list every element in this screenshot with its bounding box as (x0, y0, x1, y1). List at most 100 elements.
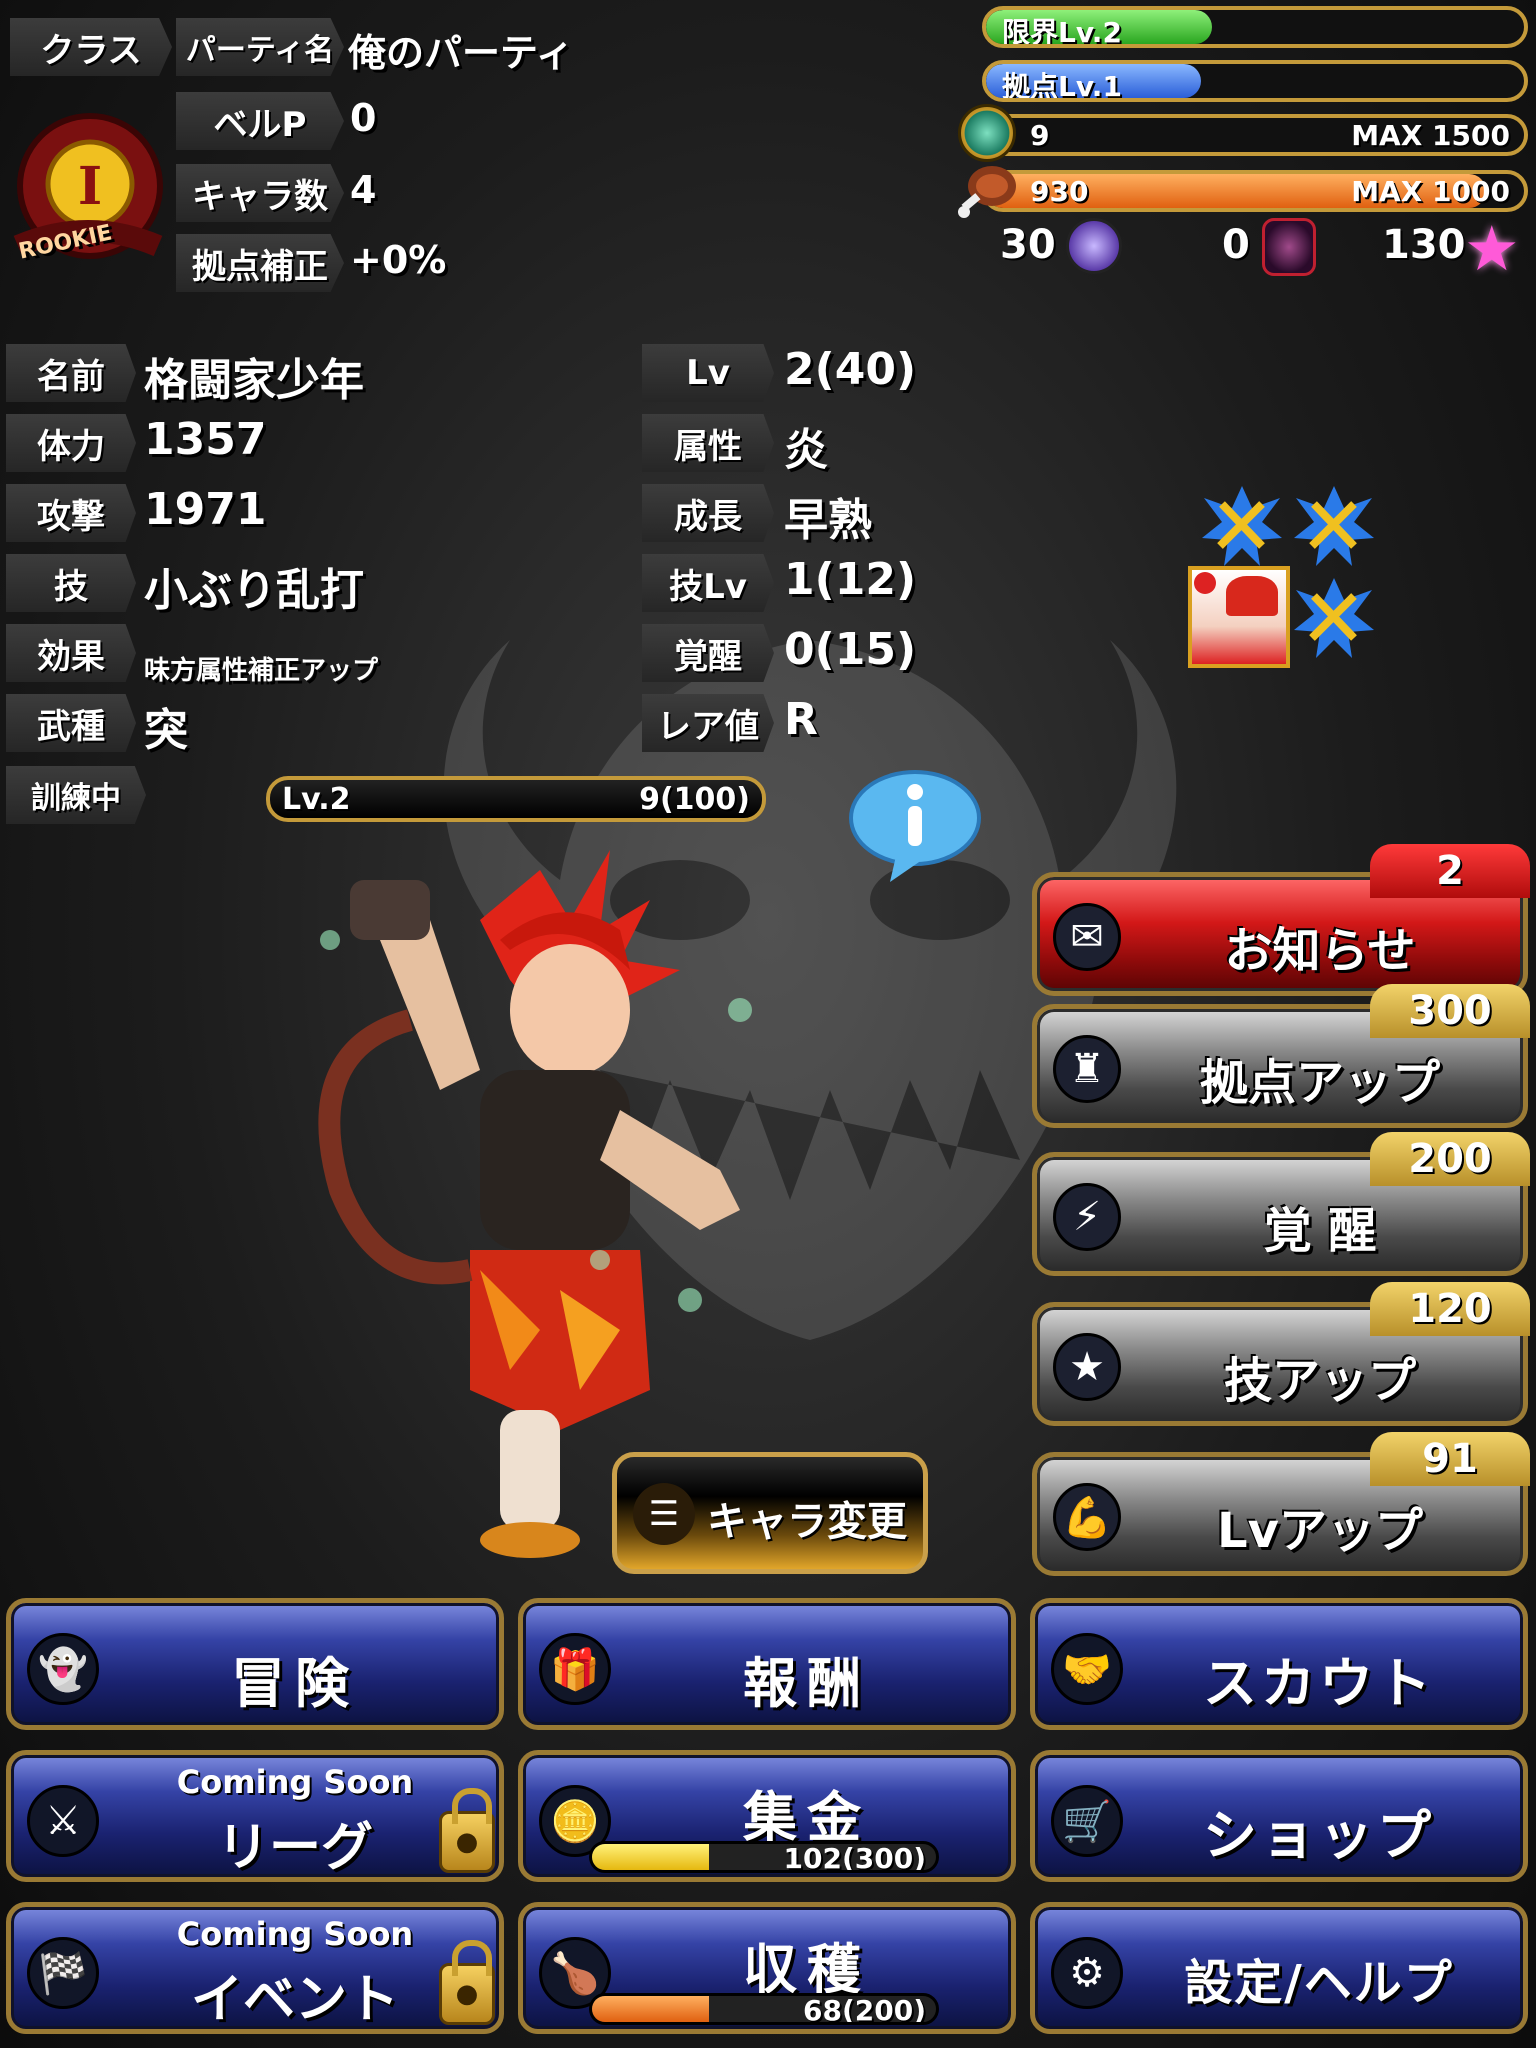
limit-level-text: 限界Lv.2 (1002, 16, 1122, 48)
adventure-button[interactable]: 👻 冒険 (6, 1598, 504, 1730)
star-count: 130 (1382, 222, 1466, 268)
stat-value-weapon: 突 (144, 705, 188, 756)
stat-value-awaken: 0(15) (784, 624, 917, 675)
stat-value-effect: 味方属性補正アップ (144, 656, 379, 686)
stat-label-level: Lv (642, 344, 774, 402)
chara-count-value: 4 (350, 168, 377, 212)
stat-label-element: 属性 (642, 414, 774, 472)
stat-value-attack: 1971 (144, 484, 267, 535)
party-name-label: パーティ名 (176, 18, 344, 76)
training-label: 訓練中 (6, 766, 146, 824)
stat-label-name: 名前 (6, 344, 136, 402)
info-bubble-icon[interactable] (846, 768, 984, 884)
training-level: Lv.2 (282, 782, 351, 817)
reward-button[interactable]: 🎁 報酬 (518, 1598, 1016, 1730)
base-level-bar: 拠点Lv.1 (982, 60, 1528, 102)
meat-value: 930 (1030, 175, 1089, 208)
adventure-label: 冒険 (231, 1652, 359, 1715)
coin-max: MAX 1500 (1351, 119, 1510, 152)
stat-label-attack: 攻撃 (6, 484, 136, 542)
belp-value: 0 (350, 96, 377, 140)
party-name: 俺のパーティ (348, 31, 574, 75)
demon-count: 0 (1222, 222, 1250, 268)
settings-help-button[interactable]: ⚙ 設定/ヘルプ (1030, 1902, 1528, 2034)
pink-star-icon: ★ (1464, 212, 1520, 285)
settings-help-label: 設定/ヘルプ (1184, 1955, 1454, 2011)
demon-token-icon (1262, 218, 1316, 276)
awaken-label: 覚 醒 (1263, 1203, 1377, 1259)
league-coming-soon: Coming Soon (176, 1763, 414, 1801)
coin-bar: 9 MAX 1500 (982, 114, 1528, 156)
envelope-icon: ✉ (1053, 903, 1121, 971)
stat-label-weapon: 武種 (6, 694, 136, 752)
stat-value-rarity: R (784, 694, 818, 745)
harvest-progress-bar: 68(200) (589, 1993, 939, 2025)
training-progress-text: 9(100) (639, 782, 750, 817)
scout-button[interactable]: 🤝 スカウト (1030, 1598, 1528, 1730)
lock-icon: ● (439, 1940, 495, 2025)
stat-value-growth: 早熟 (784, 495, 872, 546)
event-coming-soon: Coming Soon (176, 1915, 414, 1953)
handshake-icon: 🤝 (1051, 1633, 1123, 1705)
gear-icon: ⚙ (1051, 1937, 1123, 2009)
collect-progress-bar: 102(300) (589, 1841, 939, 1873)
stat-label-skill-level: 技Lv (642, 554, 774, 612)
party-slot-empty[interactable] (1200, 484, 1284, 568)
crossed-swords-icon: ⚔ (27, 1785, 99, 1857)
gift-icon: 🎁 (539, 1633, 611, 1705)
list-icon: ☰ (633, 1483, 695, 1545)
stat-label-hp: 体力 (6, 414, 136, 472)
base-up-label: 拠点アップ (1199, 1055, 1440, 1111)
base-up-badge: 300 (1370, 984, 1530, 1038)
party-member-portrait[interactable] (1188, 566, 1290, 668)
level-up-badge: 91 (1370, 1432, 1530, 1486)
harvest-progress-text: 68(200) (802, 1994, 926, 2025)
stat-label-skill: 技 (6, 554, 136, 612)
stat-value-element: 炎 (784, 425, 828, 476)
collect-button[interactable]: 🪙 集金 102(300) (518, 1750, 1016, 1882)
news-label: お知らせ (1224, 923, 1416, 979)
event-button[interactable]: 🏁 Coming Soon イベント ● (6, 1902, 504, 2034)
star-icon: ★ (1053, 1333, 1121, 1401)
stat-value-skill: 小ぶり乱打 (144, 565, 364, 616)
event-label: イベント (190, 1970, 399, 2030)
lightning-icon: ⚡ (1053, 1183, 1121, 1251)
meat-icon (958, 166, 1016, 218)
character-change-button[interactable]: ☰ キャラ変更 (612, 1452, 928, 1574)
meat-max: MAX 1000 (1351, 175, 1510, 208)
meat-bar: 930 MAX 1000 (982, 170, 1528, 212)
reward-label: 報酬 (743, 1652, 871, 1715)
stat-label-awaken: 覚醒 (642, 624, 774, 682)
league-button[interactable]: ⚔ Coming Soon リーグ ● (6, 1750, 504, 1882)
stat-label-growth: 成長 (642, 484, 774, 542)
ghost-icon: 👻 (27, 1633, 99, 1705)
level-up-label: Lvアップ (1217, 1503, 1423, 1559)
character-change-label: キャラ変更 (707, 1499, 907, 1545)
stat-value-skill-level: 1(12) (784, 554, 917, 605)
league-label: リーグ (216, 1818, 373, 1878)
gold-coin-icon (958, 104, 1016, 162)
base-bonus-label: 拠点補正 (176, 234, 344, 292)
skill-up-badge: 120 (1370, 1282, 1530, 1336)
cart-icon: 🛒 (1051, 1785, 1123, 1857)
shop-button[interactable]: 🛒 ショップ (1030, 1750, 1528, 1882)
harvest-progress-fill (592, 1996, 709, 2022)
collect-progress-fill (592, 1844, 709, 1870)
party-slot-empty[interactable] (1292, 576, 1376, 660)
chara-count-label: キャラ数 (176, 164, 344, 222)
training-progress-bar: Lv.2 9(100) (266, 776, 766, 822)
harvest-button[interactable]: 🍗 収穫 68(200) (518, 1902, 1016, 2034)
muscle-icon: 💪 (1053, 1483, 1121, 1551)
coin-value: 9 (1030, 119, 1050, 152)
limit-level-bar: 限界Lv.2 (982, 6, 1528, 48)
fire-element-icon (1194, 572, 1216, 594)
base-bonus-value: +0% (350, 238, 447, 282)
orb-count: 30 (1000, 222, 1056, 268)
party-slot-empty[interactable] (1292, 484, 1376, 568)
awaken-badge: 200 (1370, 1132, 1530, 1186)
castle-icon: ♜ (1053, 1035, 1121, 1103)
collect-progress-text: 102(300) (783, 1842, 927, 1873)
checkered-flag-icon: 🏁 (27, 1937, 99, 2009)
news-badge: 2 (1370, 844, 1530, 898)
skill-up-label: 技アップ (1223, 1353, 1416, 1409)
